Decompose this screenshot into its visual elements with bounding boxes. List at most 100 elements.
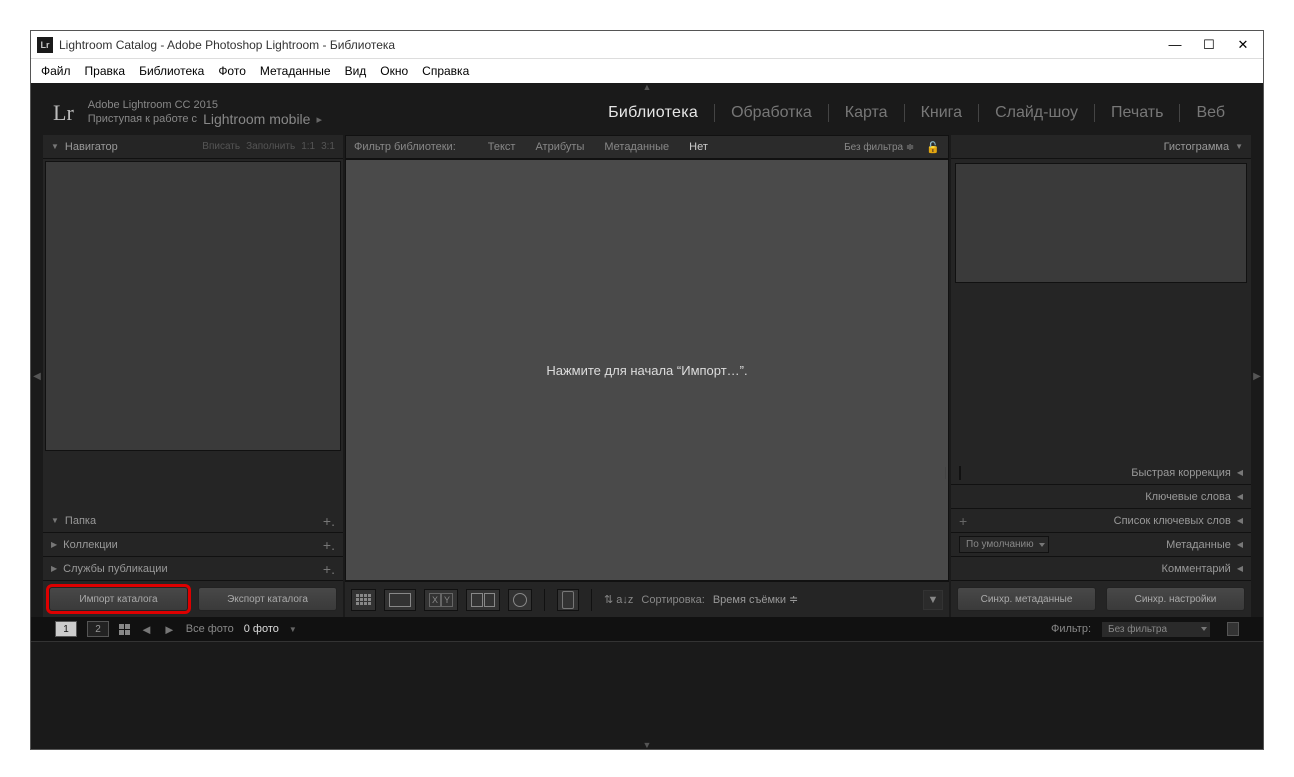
grid-canvas[interactable]: Нажмите для начала “Импорт…”.: [345, 159, 949, 581]
primary-display-button[interactable]: 1: [55, 621, 77, 637]
folder-label: Папка: [65, 515, 323, 527]
count-dropdown-icon[interactable]: ▼: [289, 625, 297, 634]
menu-file[interactable]: Файл: [41, 64, 71, 78]
histogram-header[interactable]: Гистограмма ▼: [951, 135, 1251, 159]
close-button[interactable]: ✕: [1235, 37, 1251, 53]
module-slideshow[interactable]: Слайд-шоу: [979, 104, 1095, 122]
sort-label: Сортировка:: [641, 594, 704, 606]
nav-back[interactable]: ◄: [140, 622, 153, 637]
titlebar[interactable]: Lr Lightroom Catalog - Adobe Photoshop L…: [31, 31, 1263, 59]
menu-help[interactable]: Справка: [422, 64, 469, 78]
sort-icon[interactable]: ⇅ a↓z: [604, 593, 633, 606]
module-map[interactable]: Карта: [829, 104, 905, 122]
quick-label: Быстрая коррекция: [1131, 467, 1231, 479]
bottom-panel-toggle[interactable]: ▼: [31, 741, 1263, 749]
identity-prefix: Приступая к работе с: [88, 113, 197, 125]
menu-window[interactable]: Окно: [380, 64, 408, 78]
painter-tool[interactable]: [557, 589, 579, 611]
comments-label: Комментарий: [1162, 563, 1231, 575]
comments-header[interactable]: Комментарий ◀: [951, 557, 1251, 581]
quick-develop-header[interactable]: Быстрая коррекция ◀: [951, 461, 1251, 485]
left-panel-toggle[interactable]: ◀: [31, 135, 43, 617]
collections-add-icon[interactable]: +.: [323, 537, 335, 553]
navigator-header[interactable]: ▼ Навигатор Вписать Заполнить 1:1 3:1: [43, 135, 343, 159]
keywords-label: Ключевые слова: [1145, 491, 1231, 503]
lock-icon[interactable]: 🔓: [926, 141, 940, 154]
module-print[interactable]: Печать: [1095, 104, 1180, 122]
chevron-left-icon: ◀: [1237, 492, 1243, 501]
publish-add-icon[interactable]: +.: [323, 561, 335, 577]
import-hint: Нажмите для начала “Импорт…”.: [546, 363, 747, 378]
toolbar-menu[interactable]: ▼: [923, 590, 943, 610]
identity-play-icon[interactable]: ▸: [316, 113, 322, 126]
module-book[interactable]: Книга: [905, 104, 979, 122]
folder-header[interactable]: ▼ Папка +.: [43, 509, 343, 533]
filter-preset[interactable]: Без фильтра ≑: [844, 142, 914, 153]
export-catalog-button[interactable]: Экспорт каталога: [198, 587, 337, 611]
thumbnail-grid-icon[interactable]: [119, 624, 130, 635]
module-develop[interactable]: Обработка: [715, 104, 829, 122]
chevron-right-icon: ▶: [51, 564, 57, 573]
histogram-label: Гистограмма: [1164, 141, 1230, 153]
people-view-button[interactable]: [508, 589, 532, 611]
filter-attributes[interactable]: Атрибуты: [527, 138, 592, 156]
chevron-left-icon: ◀: [1237, 516, 1243, 525]
chevron-down-icon: ▼: [51, 142, 59, 151]
keywords-header[interactable]: Ключевые слова ◀: [951, 485, 1251, 509]
center-area: Фильтр библиотеки: Текст Атрибуты Метада…: [345, 135, 949, 617]
app-window: Lr Lightroom Catalog - Adobe Photoshop L…: [30, 30, 1264, 750]
nav-forward[interactable]: ►: [163, 622, 176, 637]
minimize-button[interactable]: —: [1167, 37, 1183, 53]
module-web[interactable]: Веб: [1180, 104, 1241, 122]
publish-label: Службы публикации: [63, 563, 323, 575]
import-catalog-button[interactable]: Импорт каталога: [49, 587, 188, 611]
chevron-down-icon: ▼: [1235, 142, 1243, 151]
sort-dropdown[interactable]: Время съёмки ≑: [713, 593, 798, 606]
loupe-view-button[interactable]: [384, 589, 416, 611]
identity-plate: Lr Adobe Lightroom CC 2015 Приступая к р…: [31, 91, 1263, 135]
publish-header[interactable]: ▶ Службы публикации +.: [43, 557, 343, 581]
menu-photo[interactable]: Фото: [218, 64, 246, 78]
left-panel: ▼ Навигатор Вписать Заполнить 1:1 3:1 ▼ …: [43, 135, 343, 617]
nav-3-1[interactable]: 3:1: [321, 141, 335, 152]
menu-edit[interactable]: Правка: [85, 64, 126, 78]
grid-view-button[interactable]: [351, 589, 376, 611]
quick-stepper[interactable]: [959, 466, 961, 480]
metadata-header[interactable]: По умолчанию Метаданные ◀: [951, 533, 1251, 557]
module-library[interactable]: Библиотека: [592, 104, 715, 122]
nav-fit[interactable]: Вписать: [202, 141, 240, 152]
collections-header[interactable]: ▶ Коллекции +.: [43, 533, 343, 557]
identity-mobile[interactable]: Lightroom mobile: [203, 111, 310, 127]
chevron-down-icon: ▼: [51, 516, 59, 525]
source-label[interactable]: Все фото: [186, 623, 234, 635]
sync-settings-button[interactable]: Синхр. настройки: [1106, 587, 1245, 611]
survey-view-button[interactable]: [466, 589, 500, 611]
folder-add-icon[interactable]: +.: [323, 513, 335, 529]
metadata-preset-dropdown[interactable]: По умолчанию: [959, 536, 1049, 553]
compare-view-button[interactable]: XY: [424, 589, 458, 611]
keyword-list-header[interactable]: + Список ключевых слов ◀: [951, 509, 1251, 533]
filter-metadata[interactable]: Метаданные: [596, 138, 677, 156]
chevron-left-icon: ◀: [1237, 564, 1243, 573]
sync-metadata-button[interactable]: Синхр. метаданные: [957, 587, 1096, 611]
lr-logo: Lr: [53, 100, 74, 126]
filmstrip[interactable]: [31, 641, 1263, 741]
secondary-display-button[interactable]: 2: [87, 621, 109, 637]
nav-fill[interactable]: Заполнить: [246, 141, 295, 152]
nav-1-1[interactable]: 1:1: [301, 141, 315, 152]
menu-library[interactable]: Библиотека: [139, 64, 204, 78]
secondary-bar: 1 2 ◄ ► Все фото 0 фото ▼ Фильтр: Без фи…: [31, 617, 1263, 641]
metadata-label: Метаданные: [1166, 539, 1231, 551]
navigator-preview[interactable]: [45, 161, 341, 451]
filter-text[interactable]: Текст: [480, 138, 524, 156]
filter-none[interactable]: Нет: [681, 138, 716, 156]
maximize-button[interactable]: ☐: [1201, 37, 1217, 53]
filter-dropdown[interactable]: Без фильтра: [1101, 621, 1211, 638]
menu-view[interactable]: Вид: [345, 64, 367, 78]
chevron-left-icon: ◀: [1237, 540, 1243, 549]
library-filter-bar: Фильтр библиотеки: Текст Атрибуты Метада…: [345, 135, 949, 159]
filter-switch-icon[interactable]: [1227, 622, 1239, 636]
right-panel-toggle[interactable]: ▶: [1251, 135, 1263, 617]
menu-metadata[interactable]: Метаданные: [260, 64, 331, 78]
top-panel-toggle[interactable]: ▲: [31, 83, 1263, 91]
